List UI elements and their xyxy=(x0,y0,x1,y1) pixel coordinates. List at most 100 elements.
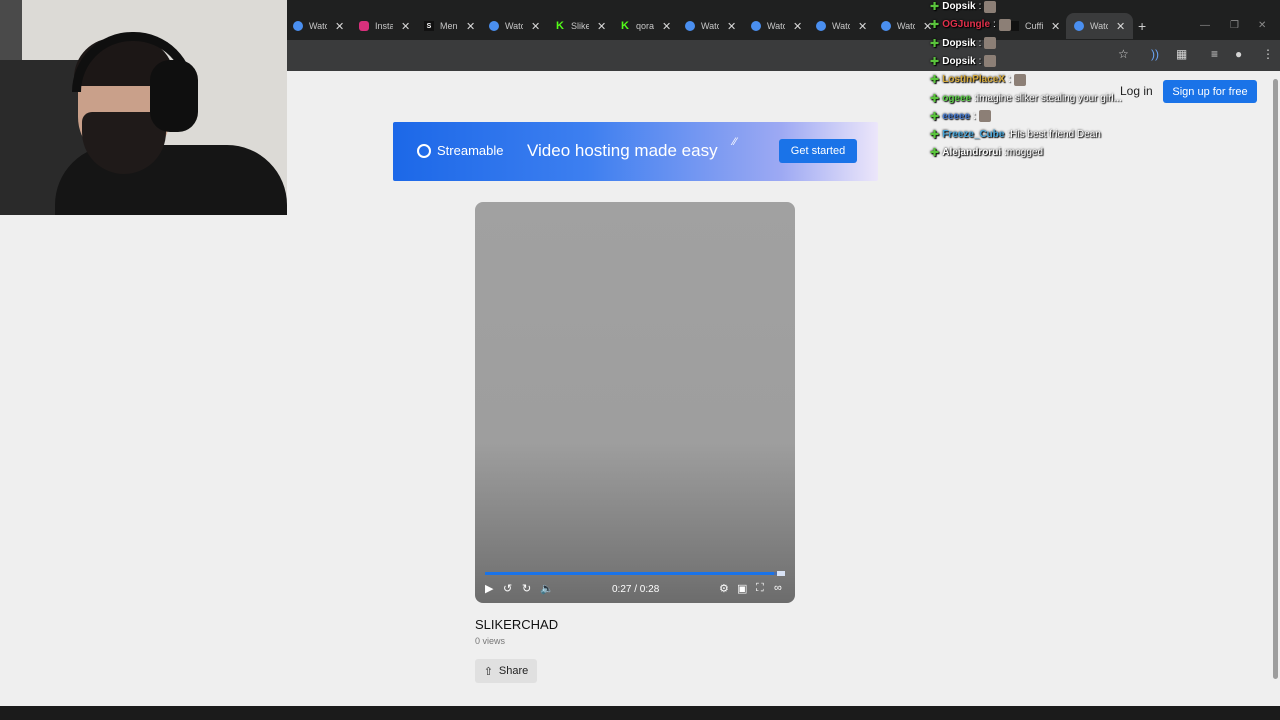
profile-avatar-icon[interactable]: ● xyxy=(1235,47,1242,61)
instagram-icon xyxy=(359,21,369,31)
chat-emote-icon xyxy=(1013,73,1026,86)
progress-bar[interactable] xyxy=(485,571,785,576)
browser-tab[interactable]: Kqora ✕ xyxy=(620,13,671,39)
tab-close-icon[interactable]: ✕ xyxy=(858,20,867,33)
chat-username: Dopsik xyxy=(942,1,976,12)
bottom-bar xyxy=(0,706,1280,720)
share-button[interactable]: ⇧ Share xyxy=(475,659,537,683)
browser-tab[interactable]: K Slike ✕ xyxy=(555,13,606,39)
chat-emote-icon xyxy=(998,18,1011,31)
chat-username: ogeee xyxy=(942,92,972,104)
chat-message: ✚ Alejandrorui: mogged xyxy=(930,146,1043,159)
settings-gear-icon[interactable]: ⚙ xyxy=(719,582,729,595)
chat-message: ✚ OGJungle: xyxy=(930,18,1011,31)
chat-message: ✚ Dopsik: xyxy=(930,0,997,13)
page-scrollbar[interactable] xyxy=(1270,71,1280,706)
chat-badge-icon: ✚ xyxy=(930,92,940,105)
browser-tab[interactable]: S Men ✕ xyxy=(424,13,475,39)
chat-emote-icon xyxy=(978,110,991,123)
browser-tab[interactable]: Watc ✕ xyxy=(751,13,802,39)
chat-badge-icon: ✚ xyxy=(930,37,940,50)
chat-username: Dopsik xyxy=(942,55,976,67)
share-label: Share xyxy=(498,665,529,677)
promo-banner[interactable]: Streamable Video hosting made easy ⁄⁄ Ge… xyxy=(393,122,878,181)
restore-icon[interactable]: ❐ xyxy=(1230,20,1239,31)
chat-text: His best friend Dean xyxy=(1010,129,1101,141)
picture-in-picture-icon[interactable]: ▣ xyxy=(737,582,747,595)
chat-badge-icon: ✚ xyxy=(930,110,940,123)
view-count: 0 views xyxy=(475,636,506,646)
browser-tab[interactable]: Watc ✕ xyxy=(816,13,867,39)
volume-icon[interactable]: 🔈 xyxy=(540,582,554,595)
progress-handle[interactable] xyxy=(777,571,785,576)
chat-message: ✚ ogeee: imagine sliker stealing your gir… xyxy=(930,92,1122,105)
chat-separator: : xyxy=(993,19,996,31)
sparkle-icon: ⁄⁄ xyxy=(733,136,737,148)
browser-tab[interactable]: Watc ✕ xyxy=(293,13,344,39)
browser-tab[interactable]: Watc ✕ xyxy=(881,13,932,39)
chat-text: imagine sliker stealing your girl... xyxy=(976,92,1122,104)
chat-message: ✚ eeeee: xyxy=(930,110,991,123)
tab-close-icon[interactable]: ✕ xyxy=(793,20,802,33)
forward-icon[interactable]: ↻ xyxy=(522,582,531,595)
webcam-overlay xyxy=(0,0,287,215)
tab-title: Watc xyxy=(767,21,785,31)
browser-menu-icon[interactable]: ⋮ xyxy=(1262,47,1274,61)
chat-message: ✚ Dopsik: xyxy=(930,55,997,68)
tab-title: Men xyxy=(440,21,458,31)
signup-button[interactable]: Sign up for free xyxy=(1163,80,1257,103)
chat-badge-icon: ✚ xyxy=(930,1,940,13)
chat-username: eeeee xyxy=(942,110,971,122)
streamable-icon xyxy=(685,21,695,31)
tab-close-icon[interactable]: ✕ xyxy=(466,20,475,33)
chat-badge-icon: ✚ xyxy=(930,147,940,160)
chat-emote-icon xyxy=(984,37,997,50)
chat-badge-icon: ✚ xyxy=(930,129,940,142)
tab-close-icon[interactable]: ✕ xyxy=(727,20,736,33)
read-aloud-icon[interactable]: )) xyxy=(1151,47,1159,61)
chat-badge-icon: ✚ xyxy=(930,19,940,32)
tab-title: Insta xyxy=(375,21,393,31)
tab-close-icon[interactable]: ✕ xyxy=(597,20,606,33)
chat-separator: : xyxy=(1008,74,1011,86)
tab-close-icon[interactable]: ✕ xyxy=(335,20,344,33)
chat-emote-icon xyxy=(984,55,997,68)
chat-username: Freeze_Cube xyxy=(942,129,1005,141)
chat-message: ✚ Freeze_Cube: His best friend Dean xyxy=(930,128,1101,141)
chat-separator: : xyxy=(978,37,982,49)
chat-overlay: ✚ Dopsik: ✚ OGJungle: ✚ Dopsik: ✚ Dopsik: ✚ L… xyxy=(930,0,1150,160)
media-control-icon[interactable]: ≡ xyxy=(1211,47,1218,61)
streamable-icon xyxy=(751,21,761,31)
browser-tab[interactable]: Watc ✕ xyxy=(685,13,736,39)
tab-close-icon[interactable]: ✕ xyxy=(531,20,540,33)
banner-tagline: Video hosting made easy xyxy=(527,141,718,160)
browser-tab[interactable]: Watc ✕ xyxy=(489,13,540,39)
chat-username: OGJungle xyxy=(942,19,991,31)
tab-close-icon[interactable]: ✕ xyxy=(401,20,410,33)
progress-fill xyxy=(485,572,775,575)
chat-username: Alejandrorui xyxy=(942,147,1002,159)
fullscreen-icon[interactable]: ⛶ xyxy=(756,582,764,595)
chat-username: Dopsik xyxy=(942,37,976,49)
extensions-icon[interactable]: ▦ xyxy=(1176,47,1187,61)
chat-separator: : xyxy=(978,55,982,67)
chat-message: ✚ Dopsik: xyxy=(930,37,997,50)
chat-badge-icon: ✚ xyxy=(930,74,940,87)
tab-close-icon[interactable]: ✕ xyxy=(662,20,671,33)
streamable-watermark-icon[interactable]: ∞ xyxy=(774,582,782,594)
tab-title: Watc xyxy=(897,21,915,31)
close-window-icon[interactable]: ✕ xyxy=(1258,20,1266,31)
play-icon[interactable]: ▶ xyxy=(485,582,493,595)
get-started-button[interactable]: Get started xyxy=(779,139,857,163)
video-player[interactable]: ▶ ↺ ↻ 🔈 0:27 / 0:28 ⚙ ▣ ⛶ ∞ xyxy=(475,202,795,603)
rewind-icon[interactable]: ↺ xyxy=(503,582,512,595)
scrollbar-thumb[interactable] xyxy=(1273,79,1278,679)
tab-title: Watc xyxy=(832,21,850,31)
chat-username: LostInPlaceX xyxy=(942,74,1006,86)
streamable-icon xyxy=(489,21,499,31)
streamable-logo-icon xyxy=(417,143,431,158)
streamable-logo: Streamable xyxy=(417,143,503,158)
minimize-icon[interactable]: — xyxy=(1200,20,1210,31)
browser-tab[interactable]: Insta ✕ xyxy=(359,13,410,39)
time-display: 0:27 / 0:28 xyxy=(612,584,660,595)
